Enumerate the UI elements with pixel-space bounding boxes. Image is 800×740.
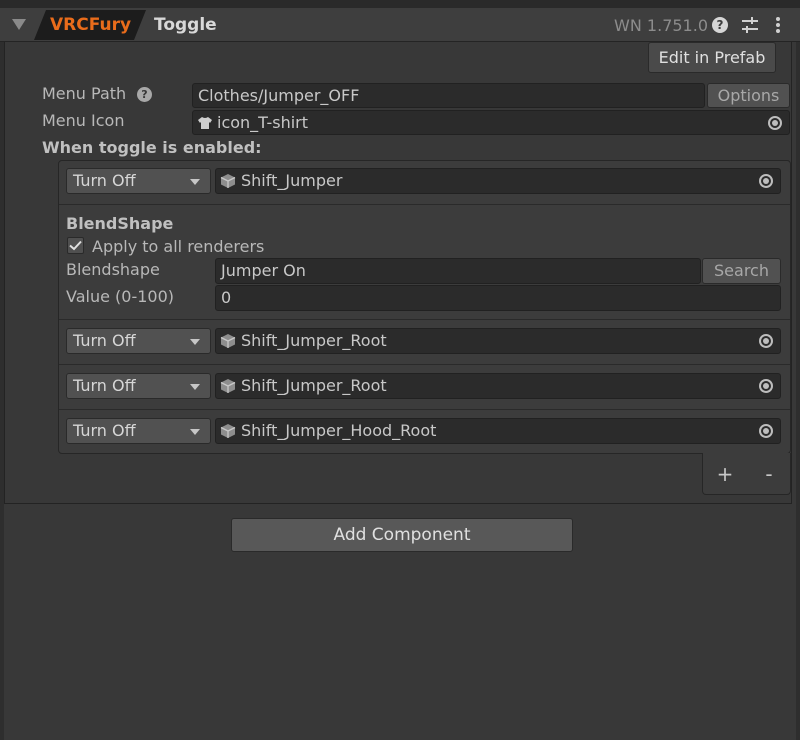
action-mode-dropdown[interactable]: Turn Off [66, 328, 211, 354]
chevron-down-icon [190, 339, 200, 345]
gameobject-icon [220, 424, 236, 438]
menu-path-input[interactable]: Clothes/Jumper_OFF [192, 83, 705, 108]
blendshape-input[interactable]: Jumper On [215, 258, 701, 284]
list-divider [59, 364, 790, 365]
action-object-field[interactable]: Shift_Jumper_Root [215, 373, 781, 399]
chevron-down-icon [190, 384, 200, 390]
value-label: Value (0-100) [66, 287, 174, 306]
action-mode-value: Turn Off [73, 331, 136, 350]
chevron-down-icon [190, 429, 200, 435]
value-input[interactable]: 0 [215, 285, 781, 311]
search-button[interactable]: Search [702, 258, 781, 284]
object-picker-icon[interactable] [759, 379, 773, 393]
action-object-field[interactable]: Shift_Jumper_Hood_Root [215, 418, 781, 444]
kebab-icon[interactable] [773, 16, 783, 34]
action-mode-dropdown[interactable]: Turn Off [66, 373, 211, 399]
action-object-field[interactable]: Shift_Jumper_Root [215, 328, 781, 354]
blendshape-label: Blendshape [66, 260, 160, 279]
list-divider [59, 319, 790, 320]
add-item-button[interactable]: + [716, 462, 734, 486]
menu-icon-value: icon_T-shirt [217, 113, 309, 132]
tshirt-icon [198, 117, 212, 129]
version-label: WN 1.751.0 [614, 16, 708, 35]
add-component-button[interactable]: Add Component [231, 518, 573, 552]
gameobject-icon [220, 379, 236, 393]
object-picker-icon[interactable] [759, 424, 773, 438]
action-object-field[interactable]: Shift_Jumper [215, 168, 781, 194]
action-mode-value: Turn Off [73, 376, 136, 395]
gameobject-icon [220, 174, 236, 188]
menu-icon-field[interactable]: icon_T-shirt [192, 110, 790, 135]
options-button[interactable]: Options [707, 83, 790, 108]
apply-all-checkbox[interactable] [67, 237, 84, 254]
menu-icon-picker-icon[interactable] [768, 116, 782, 130]
foldout-arrow-icon[interactable] [12, 19, 26, 30]
menu-icon-label: Menu Icon [42, 111, 125, 130]
edit-in-prefab-button[interactable]: Edit in Prefab [648, 42, 776, 73]
blendshape-title: BlendShape [66, 214, 174, 233]
chevron-down-icon [190, 179, 200, 185]
checkmark-icon [69, 240, 82, 251]
when-enabled-heading: When toggle is enabled: [42, 138, 262, 157]
action-mode-value: Turn Off [73, 171, 136, 190]
inspector-panel: VRCFury Toggle WN 1.751.0 ? Edit in Pref… [0, 0, 800, 740]
brand-label: VRCFury [50, 15, 132, 35]
object-picker-icon[interactable] [759, 174, 773, 188]
remove-item-button[interactable]: - [760, 462, 778, 486]
panel-right-edge [796, 42, 800, 740]
action-object-value: Shift_Jumper_Root [241, 376, 387, 395]
list-divider [59, 204, 790, 205]
sliders-icon[interactable] [741, 16, 759, 34]
component-header[interactable]: VRCFury Toggle WN 1.751.0 ? [0, 0, 800, 42]
list-divider [59, 409, 790, 410]
component-title: Toggle [154, 15, 217, 35]
action-mode-dropdown[interactable]: Turn Off [66, 168, 211, 194]
object-picker-icon[interactable] [759, 334, 773, 348]
gameobject-icon [220, 334, 236, 348]
help-icon[interactable]: ? [712, 17, 728, 33]
action-mode-value: Turn Off [73, 421, 136, 440]
menu-path-label: Menu Path [42, 84, 127, 103]
action-object-value: Shift_Jumper [241, 171, 343, 190]
apply-all-label: Apply to all renderers [92, 237, 265, 256]
action-mode-dropdown[interactable]: Turn Off [66, 418, 211, 444]
action-object-value: Shift_Jumper_Hood_Root [241, 421, 437, 440]
action-object-value: Shift_Jumper_Root [241, 331, 387, 350]
menu-path-help-icon[interactable]: ? [137, 87, 152, 102]
